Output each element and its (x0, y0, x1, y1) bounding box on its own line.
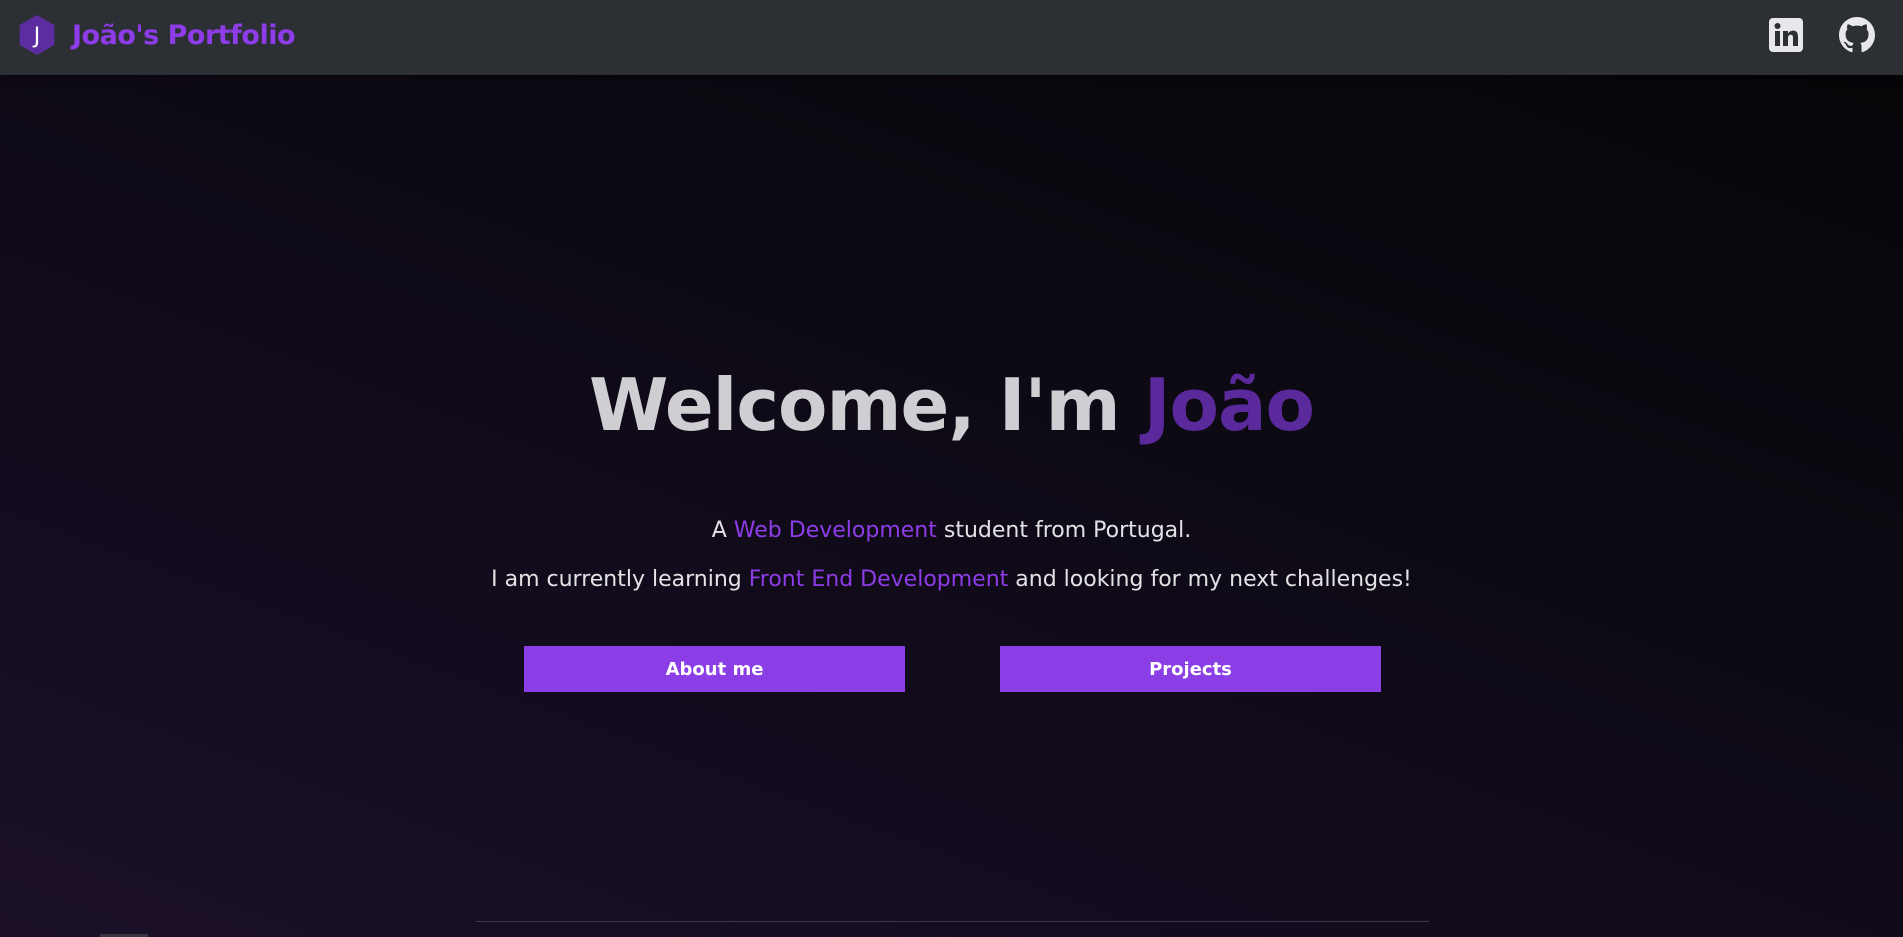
github-icon (1839, 17, 1875, 53)
github-link[interactable] (1838, 16, 1876, 54)
intro-highlight: Web Development (733, 518, 937, 543)
section-divider (476, 921, 1429, 922)
intro-line: A Web Development student from Portugal. (0, 516, 1903, 546)
learning-line: I am currently learning Front End Develo… (0, 565, 1903, 595)
navbar: J João's Portfolio (0, 0, 1903, 75)
title-prefix: Welcome, I'm (588, 363, 1144, 447)
brand-link[interactable]: J João's Portfolio (16, 15, 296, 55)
hero-title: Welcome, I'm João (0, 360, 1903, 450)
brand-name: João's Portfolio (72, 19, 296, 51)
learning-line-after: and looking for my next challenges! (1008, 567, 1412, 592)
intro-line-after: student from Portugal. (936, 518, 1192, 543)
intro-line-before: A (711, 518, 734, 543)
about-me-button[interactable]: About me (524, 646, 905, 692)
linkedin-link[interactable] (1767, 16, 1805, 54)
title-name: João (1143, 363, 1315, 447)
projects-button[interactable]: Projects (1000, 646, 1381, 692)
learning-line-before: I am currently learning (491, 567, 749, 592)
hexagon-logo-icon: J (19, 15, 55, 55)
linkedin-icon (1769, 18, 1803, 52)
learning-highlight: Front End Development (748, 567, 1009, 592)
logo-letter: J (32, 24, 41, 49)
